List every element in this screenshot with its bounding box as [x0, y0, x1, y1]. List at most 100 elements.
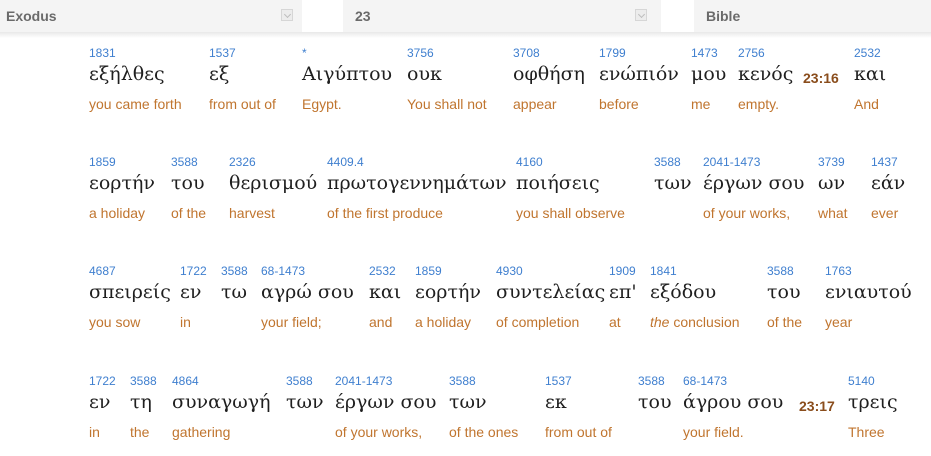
strongs-number-link[interactable]: 1841 — [650, 264, 677, 278]
greek-word: τρεις — [848, 391, 898, 413]
strongs-number-link[interactable]: 2041-1473 — [703, 155, 760, 169]
greek-word: του — [767, 281, 801, 303]
strongs-number-link[interactable]: 2532 — [369, 264, 396, 278]
greek-word: έργων σου — [703, 172, 805, 194]
english-gloss: from out of — [209, 96, 276, 112]
english-gloss: And — [854, 96, 879, 112]
greek-word: ων — [818, 172, 846, 194]
strongs-number-link[interactable]: 5140 — [848, 374, 875, 388]
chapter-select[interactable]: 23 — [343, 0, 661, 32]
english-gloss: you shall observe — [516, 205, 625, 221]
strongs-number-link[interactable]: 3588 — [449, 374, 476, 388]
strongs-number-link[interactable]: 3588 — [638, 374, 665, 388]
english-gloss: appear — [513, 96, 557, 112]
strongs-number-link[interactable]: 1831 — [89, 46, 116, 60]
greek-word: και — [854, 63, 887, 85]
greek-word: εορτήν — [89, 172, 155, 194]
english-gloss: you sow — [89, 314, 141, 330]
english-gloss: you came forth — [89, 96, 182, 112]
greek-word: σπειρείς — [89, 281, 171, 303]
greek-word: άγρου σου — [683, 391, 784, 413]
greek-word: εξόδου — [650, 281, 717, 303]
strongs-number-link[interactable]: 4687 — [89, 264, 116, 278]
english-gloss: year — [825, 314, 853, 330]
version-select[interactable]: Bible — [694, 0, 931, 32]
english-gloss: a holiday — [89, 205, 146, 221]
strongs-number-link[interactable]: 3756 — [407, 46, 434, 60]
strongs-number-link[interactable]: 3739 — [818, 155, 845, 169]
greek-word: εν — [180, 281, 202, 303]
strongs-number-link[interactable]: 2756 — [738, 46, 765, 60]
greek-word: του — [638, 391, 672, 413]
strongs-number-link[interactable]: 3588 — [767, 264, 794, 278]
strongs-number-link[interactable]: 3588 — [221, 264, 248, 278]
greek-word: αγρώ σου — [261, 281, 354, 303]
english-gloss: me — [691, 96, 711, 112]
strongs-number-link[interactable]: 1859 — [415, 264, 442, 278]
strongs-number-link[interactable]: 4160 — [516, 155, 543, 169]
book-select-label: Exodus — [6, 8, 57, 24]
english-gloss: your field. — [683, 424, 744, 440]
greek-word: θερισμού — [229, 172, 318, 194]
strongs-number-link[interactable]: 68-1473 — [261, 264, 305, 278]
english-gloss: of your works, — [703, 205, 791, 221]
strongs-number-link[interactable]: 1909 — [609, 264, 636, 278]
english-gloss: of the ones — [449, 424, 519, 440]
greek-word: ουκ — [407, 63, 442, 85]
greek-word: οφθήση — [513, 63, 585, 85]
strongs-number-link[interactable]: 1722 — [89, 374, 116, 388]
strongs-number-link[interactable]: 1799 — [599, 46, 626, 60]
strongs-number-link[interactable]: 3588 — [130, 374, 157, 388]
english-gloss: in — [180, 314, 191, 330]
strongs-number-link[interactable]: 1537 — [209, 46, 236, 60]
strongs-number-link[interactable]: 4409.4 — [327, 155, 364, 169]
strongs-number-link[interactable]: 1859 — [89, 155, 116, 169]
strongs-number-link[interactable]: 3588 — [654, 155, 681, 169]
strongs-number-link[interactable]: 1437 — [871, 155, 898, 169]
greek-word: εκ — [545, 391, 567, 413]
english-gloss: at — [609, 314, 621, 330]
strongs-number-link[interactable]: 4930 — [496, 264, 523, 278]
english-gloss: You shall not — [407, 96, 487, 112]
strongs-number-link[interactable]: 2326 — [229, 155, 256, 169]
strongs-number-link[interactable]: 3588 — [286, 374, 313, 388]
english-gloss: of the first produce — [327, 205, 443, 221]
verse-number[interactable]: 23:16 — [803, 70, 839, 86]
strongs-number-link[interactable]: 68-1473 — [683, 374, 727, 388]
english-gloss-italic: the — [650, 314, 670, 330]
greek-word: εάν — [871, 172, 906, 194]
greek-word: πρωτογεννημάτων — [327, 172, 507, 194]
strongs-number-link[interactable]: 1473 — [691, 46, 718, 60]
english-gloss: Three — [848, 424, 885, 440]
greek-word: και — [369, 281, 402, 303]
strongs-number-link[interactable]: * — [302, 46, 307, 60]
strongs-number-link[interactable]: 3588 — [171, 155, 198, 169]
book-dropdown-arrow-icon[interactable] — [281, 9, 293, 21]
greek-word: έργων σου — [335, 391, 437, 413]
english-gloss: before — [599, 96, 639, 112]
strongs-number-link[interactable]: 1763 — [825, 264, 852, 278]
strongs-number-link[interactable]: 1537 — [545, 374, 572, 388]
strongs-number-link[interactable]: 4864 — [172, 374, 199, 388]
english-gloss: Egypt. — [302, 96, 342, 112]
english-gloss: of the — [767, 314, 803, 330]
english-gloss: what — [818, 205, 848, 221]
chapter-dropdown-arrow-icon[interactable] — [635, 9, 647, 21]
verse-number[interactable]: 23:17 — [799, 398, 835, 414]
greek-word: εξήλθες — [89, 63, 165, 85]
english-gloss: in — [89, 424, 100, 440]
english-gloss: empty. — [738, 96, 779, 112]
greek-word: του — [171, 172, 205, 194]
english-gloss: and — [369, 314, 393, 330]
english-gloss: from out of — [545, 424, 612, 440]
greek-word: ενώπιόν — [599, 63, 679, 85]
greek-word: ενιαυτού — [825, 281, 912, 303]
strongs-number-link[interactable]: 2532 — [854, 46, 881, 60]
greek-word: επ' — [609, 281, 637, 303]
strongs-number-link[interactable]: 2041-1473 — [335, 374, 392, 388]
strongs-number-link[interactable]: 1722 — [180, 264, 207, 278]
english-gloss: gathering — [172, 424, 231, 440]
book-select[interactable]: Exodus — [0, 0, 302, 32]
greek-word: εξ — [209, 63, 230, 85]
strongs-number-link[interactable]: 3708 — [513, 46, 540, 60]
